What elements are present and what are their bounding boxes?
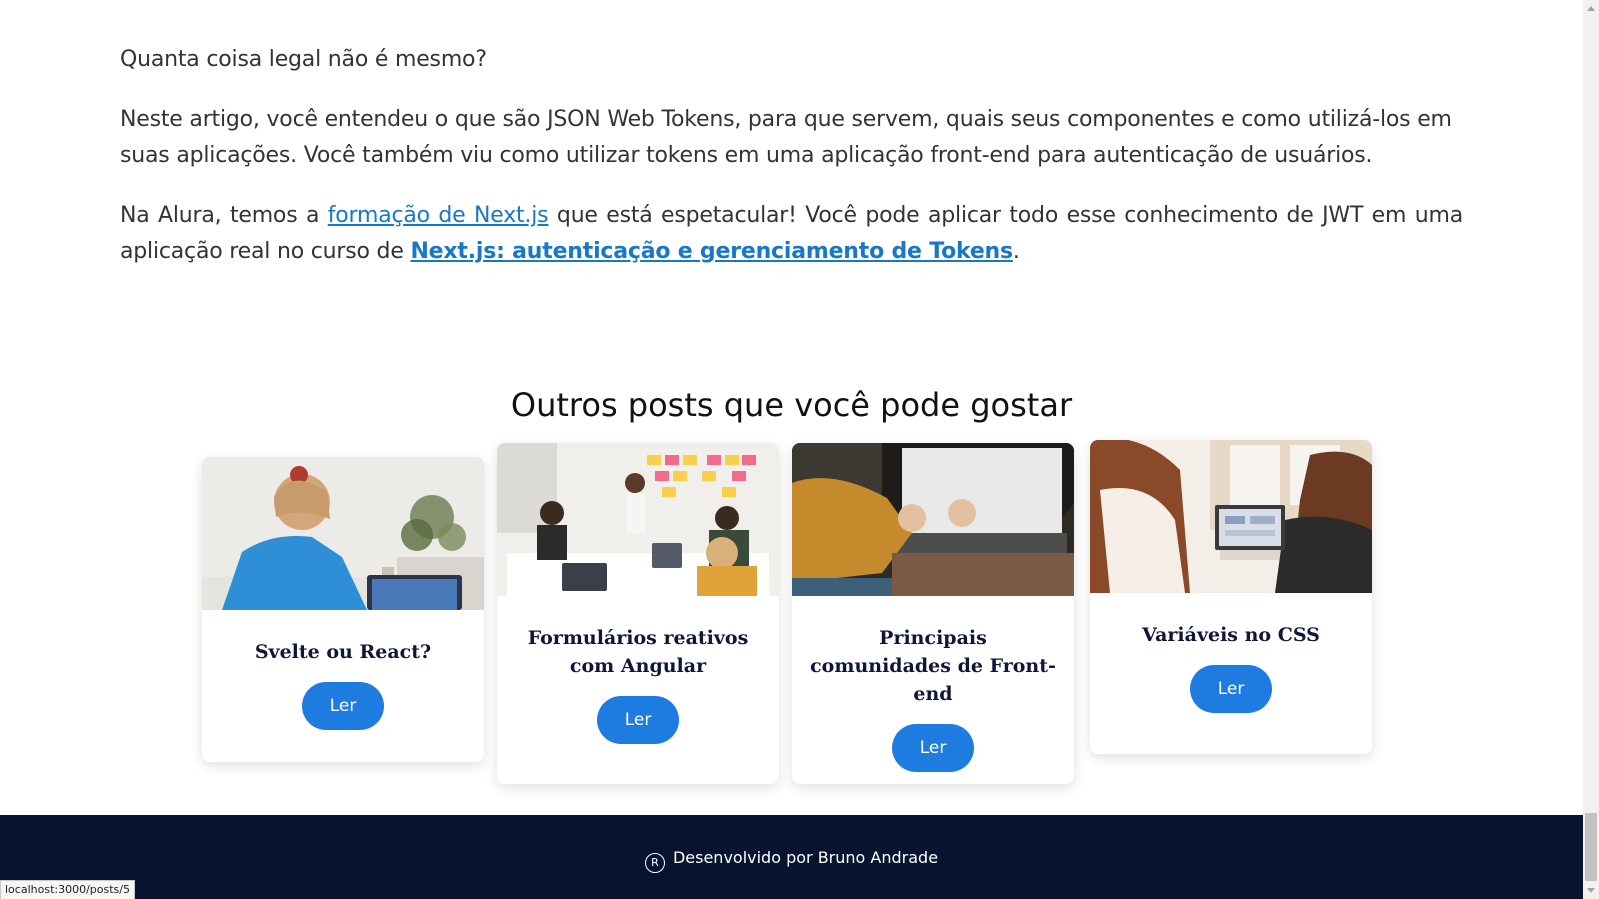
nextjs-auth-course-link[interactable]: Next.js: autenticação e gerenciamento de… [410, 239, 1013, 264]
read-post-button[interactable]: Ler [302, 682, 384, 730]
paragraph-text: . [1012, 239, 1020, 264]
article-conclusion: Quanta coisa legal não é mesmo? Neste ar… [120, 42, 1463, 294]
article-paragraph: Quanta coisa legal não é mesmo? [120, 47, 487, 72]
post-card-angular-forms: Formulários reativos com Angular Ler [497, 443, 779, 784]
page-content: Quanta coisa legal não é mesmo? Neste ar… [0, 0, 1583, 899]
post-thumbnail [202, 457, 484, 610]
footer-credit: R Desenvolvido por Bruno Andrade [0, 848, 1583, 873]
scroll-up-arrow-icon[interactable] [1587, 6, 1595, 11]
article-paragraph-with-links: Na Alura, temos a formação de Next.js qu… [120, 198, 1463, 270]
paragraph-text: Na Alura, temos a [120, 203, 328, 228]
footer-text: Desenvolvido por Bruno Andrade [672, 848, 939, 867]
post-title: Svelte ou React? [254, 641, 432, 663]
nextjs-formation-link[interactable]: formação de Next.js [328, 203, 549, 228]
post-card-svelte-react: Svelte ou React? Ler [202, 457, 484, 762]
read-post-button[interactable]: Ler [1190, 665, 1272, 713]
post-card-frontend-communities: Principais comunidades de Front-end Ler [792, 443, 1074, 784]
scroll-thumb[interactable] [1585, 813, 1597, 881]
vertical-scrollbar[interactable] [1583, 0, 1599, 899]
post-thumbnail [1090, 440, 1372, 593]
post-title: Variáveis no CSS [1142, 624, 1320, 646]
read-post-button[interactable]: Ler [597, 696, 679, 744]
post-title: Formulários reativos com Angular [527, 627, 749, 677]
page-footer: R Desenvolvido por Bruno Andrade [0, 815, 1583, 899]
post-thumbnail [497, 443, 779, 596]
registered-icon: R [644, 853, 665, 873]
read-post-button[interactable]: Ler [892, 724, 974, 772]
browser-viewport: Quanta coisa legal não é mesmo? Neste ar… [0, 0, 1599, 899]
post-thumbnail [792, 443, 1074, 596]
post-title: Principais comunidades de Front-end [810, 627, 1056, 705]
article-paragraph: Neste artigo, você entendeu o que são JS… [120, 107, 1452, 168]
browser-status-bar: localhost:3000/posts/5 [0, 880, 135, 899]
scroll-down-arrow-icon[interactable] [1587, 888, 1595, 893]
post-card-css-variables: Variáveis no CSS Ler [1090, 440, 1372, 754]
related-posts-title: Outros posts que você pode gostar [510, 386, 1073, 424]
